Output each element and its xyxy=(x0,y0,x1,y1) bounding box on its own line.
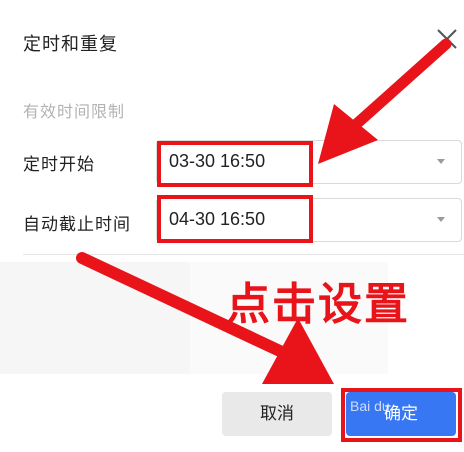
start-time-select[interactable]: 03-30 16:50 xyxy=(156,140,462,184)
validity-section-label: 有效时间限制 xyxy=(23,102,126,121)
caret-down-icon xyxy=(437,159,445,164)
annotation-text: 点击设置 xyxy=(226,279,410,330)
end-time-value: 04-30 16:50 xyxy=(169,209,266,229)
schedule-dialog: 定时和重复 有效时间限制 定时开始 03-30 16:50 自动截止时间 04-… xyxy=(0,0,464,452)
close-icon xyxy=(437,29,457,49)
start-time-value: 03-30 16:50 xyxy=(169,151,266,171)
confirm-button[interactable]: 确定 xyxy=(346,392,456,436)
blank-panel-shade xyxy=(0,262,190,374)
dialog-title: 定时和重复 xyxy=(23,34,118,55)
end-time-select[interactable]: 04-30 16:50 xyxy=(156,198,462,242)
start-time-label: 定时开始 xyxy=(23,155,95,175)
caret-down-icon xyxy=(437,217,445,222)
divider xyxy=(23,254,464,255)
cancel-button[interactable]: 取消 xyxy=(222,392,332,436)
close-button[interactable] xyxy=(434,26,460,52)
end-time-label: 自动截止时间 xyxy=(23,215,131,235)
